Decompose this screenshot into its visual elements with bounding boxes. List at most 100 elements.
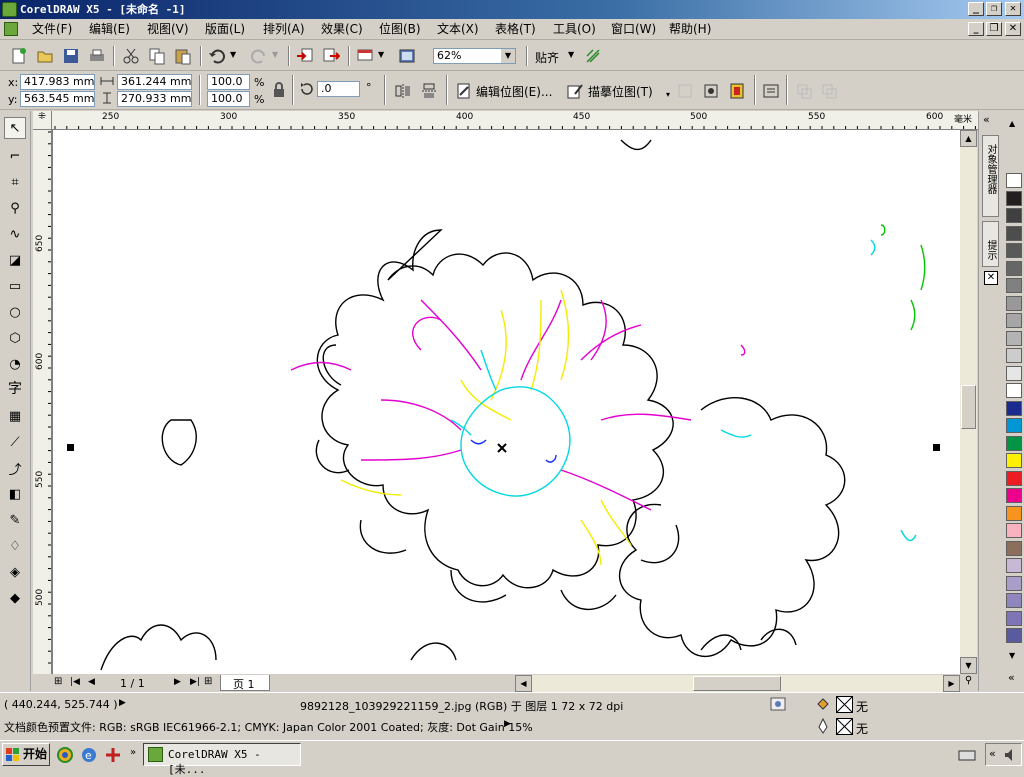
scroll-left-icon[interactable]: ◀ xyxy=(515,675,532,692)
next-page-icon[interactable]: ▶ xyxy=(174,677,181,687)
menu-view[interactable]: 视图(V) xyxy=(147,22,189,37)
ie-icon[interactable]: e xyxy=(80,746,98,764)
doc-minimize-button[interactable]: _ xyxy=(968,22,984,36)
redo-dropdown-icon[interactable]: ▼ xyxy=(272,50,278,59)
ruler-origin[interactable]: ⁜ xyxy=(33,111,52,130)
palette-swatch[interactable] xyxy=(1006,313,1022,328)
palette-swatch[interactable] xyxy=(1006,505,1022,521)
menu-window[interactable]: 窗口(W) xyxy=(611,22,656,37)
palette-swatch[interactable] xyxy=(1006,208,1022,223)
speaker-icon[interactable] xyxy=(1004,748,1018,762)
menu-file[interactable]: 文件(F) xyxy=(32,22,72,37)
paste-icon[interactable] xyxy=(174,47,192,65)
page-tab-1[interactable]: 页 1 xyxy=(220,675,270,691)
open-folder-icon[interactable] xyxy=(36,47,54,65)
tray-expand-icon[interactable]: « xyxy=(989,747,996,760)
lock-ratio-icon[interactable] xyxy=(272,82,286,98)
blend-tool-icon[interactable]: ◧ xyxy=(4,483,26,505)
vertical-scrollbar[interactable]: ▲ ▼ xyxy=(960,130,977,674)
copy-icon[interactable] xyxy=(148,47,166,65)
scroll-right-icon[interactable]: ▶ xyxy=(943,675,960,692)
palette-expand-icon[interactable]: « xyxy=(1008,671,1015,684)
pick-tool-icon[interactable]: ↖ xyxy=(4,117,26,139)
palette-swatch[interactable] xyxy=(1006,330,1022,346)
color-proof-icon[interactable] xyxy=(770,697,786,711)
fill-none-swatch[interactable] xyxy=(836,696,853,713)
palette-swatch[interactable] xyxy=(1006,400,1022,416)
palette-swatch[interactable] xyxy=(1006,190,1022,206)
shape-tool-icon[interactable]: ⌐ xyxy=(4,145,26,167)
print-icon[interactable] xyxy=(88,47,106,65)
cut-icon[interactable] xyxy=(122,47,140,65)
menu-help[interactable]: 帮助(H) xyxy=(669,22,711,37)
mirror-horizontal-icon[interactable] xyxy=(394,82,412,100)
menu-table[interactable]: 表格(T) xyxy=(495,22,536,37)
redo-icon[interactable] xyxy=(250,47,268,65)
palette-swatch[interactable] xyxy=(1006,435,1022,451)
palette-swatch[interactable] xyxy=(1006,278,1022,293)
status-expand-icon[interactable]: ▶ xyxy=(119,698,126,708)
edit-bitmap-icon[interactable] xyxy=(455,82,473,100)
palette-swatch[interactable] xyxy=(1006,540,1022,556)
scale-x-input[interactable]: 100.0 xyxy=(207,74,250,90)
palette-swatch[interactable] xyxy=(1006,470,1022,486)
to-back-icon[interactable] xyxy=(820,82,838,100)
task-coreldraw[interactable]: CorelDRAW X5 - [未... xyxy=(143,743,301,776)
mirror-vertical-icon[interactable] xyxy=(420,82,438,100)
prev-page-icon[interactable]: ◀ xyxy=(88,677,95,687)
zoom-level-select[interactable]: 62% ▼ xyxy=(433,48,516,64)
close-button[interactable]: ✕ xyxy=(1005,2,1021,16)
text-tool-icon[interactable]: 字 xyxy=(4,377,26,399)
quick-launch-expand-icon[interactable]: » xyxy=(130,747,136,758)
trace-bitmap-button[interactable]: 描摹位图(T) xyxy=(588,83,653,100)
scale-y-input[interactable]: 100.0 xyxy=(207,91,250,107)
minimize-button[interactable]: _ xyxy=(968,2,984,16)
add-page-after-icon[interactable]: ⊞ xyxy=(204,676,212,687)
scroll-up-icon[interactable]: ▲ xyxy=(960,130,977,147)
outline-pen-tool-icon[interactable]: ♢ xyxy=(4,535,26,557)
smart-fill-tool-icon[interactable]: ◪ xyxy=(4,249,26,271)
restore-button[interactable]: ❐ xyxy=(986,2,1002,16)
keyboard-icon[interactable] xyxy=(958,746,976,764)
undo-dropdown-icon[interactable]: ▼ xyxy=(230,50,236,59)
rotation-angle-input[interactable]: .0 xyxy=(317,81,360,97)
menu-effects[interactable]: 效果(C) xyxy=(321,22,363,37)
undo-icon[interactable] xyxy=(208,47,226,65)
menu-tools[interactable]: 工具(O) xyxy=(553,22,596,37)
welcome-screen-icon[interactable] xyxy=(398,47,416,65)
traced-flower-bitmap[interactable] xyxy=(53,130,960,674)
save-icon[interactable] xyxy=(62,47,80,65)
height-input[interactable]: 270.933 mm xyxy=(117,91,192,107)
palette-swatch[interactable] xyxy=(1006,418,1022,433)
rectangle-tool-icon[interactable]: ▭ xyxy=(4,275,26,297)
palette-swatch[interactable] xyxy=(1006,610,1022,626)
table-tool-icon[interactable]: ▦ xyxy=(4,405,26,427)
x-position-input[interactable]: 417.983 mm xyxy=(20,74,95,90)
scroll-down-icon[interactable]: ▼ xyxy=(960,657,977,674)
docker-collapse-icon[interactable]: « xyxy=(983,113,990,126)
y-position-input[interactable]: 563.545 mm xyxy=(20,91,95,107)
hints-tab[interactable]: 提示 xyxy=(982,221,999,267)
palette-swatch[interactable] xyxy=(1006,575,1022,591)
palette-swatch[interactable] xyxy=(1006,383,1022,398)
quick-launch-app-icon[interactable] xyxy=(104,746,122,764)
edit-bitmap-button[interactable]: 编辑位图(E)... xyxy=(476,83,552,100)
zoom-dropdown-icon[interactable]: ▼ xyxy=(501,49,515,63)
to-front-icon[interactable] xyxy=(795,82,813,100)
document-icon[interactable] xyxy=(4,22,18,36)
palette-scroll-up-icon[interactable]: ▲ xyxy=(1009,119,1015,128)
selection-handle-right[interactable] xyxy=(933,444,940,451)
horizontal-scroll-thumb[interactable] xyxy=(693,676,781,691)
freehand-tool-icon[interactable]: ∿ xyxy=(4,223,26,245)
last-page-icon[interactable]: ▶| xyxy=(190,677,200,687)
wrap-text-icon[interactable] xyxy=(762,82,780,100)
crop-bitmap-icon[interactable] xyxy=(676,82,694,100)
horizontal-ruler[interactable]: 250 300 350 400 450 500 550 600 毫米 xyxy=(52,111,978,130)
palette-swatch[interactable] xyxy=(1006,453,1022,468)
palette-swatch[interactable] xyxy=(1006,488,1022,503)
menu-layout[interactable]: 版面(L) xyxy=(205,22,245,37)
crop-tool-icon[interactable]: ⌗ xyxy=(4,171,26,193)
bitmap-mask-icon[interactable] xyxy=(702,82,720,100)
add-page-before-icon[interactable]: ⊞ xyxy=(54,676,62,687)
export-icon[interactable] xyxy=(322,47,340,65)
